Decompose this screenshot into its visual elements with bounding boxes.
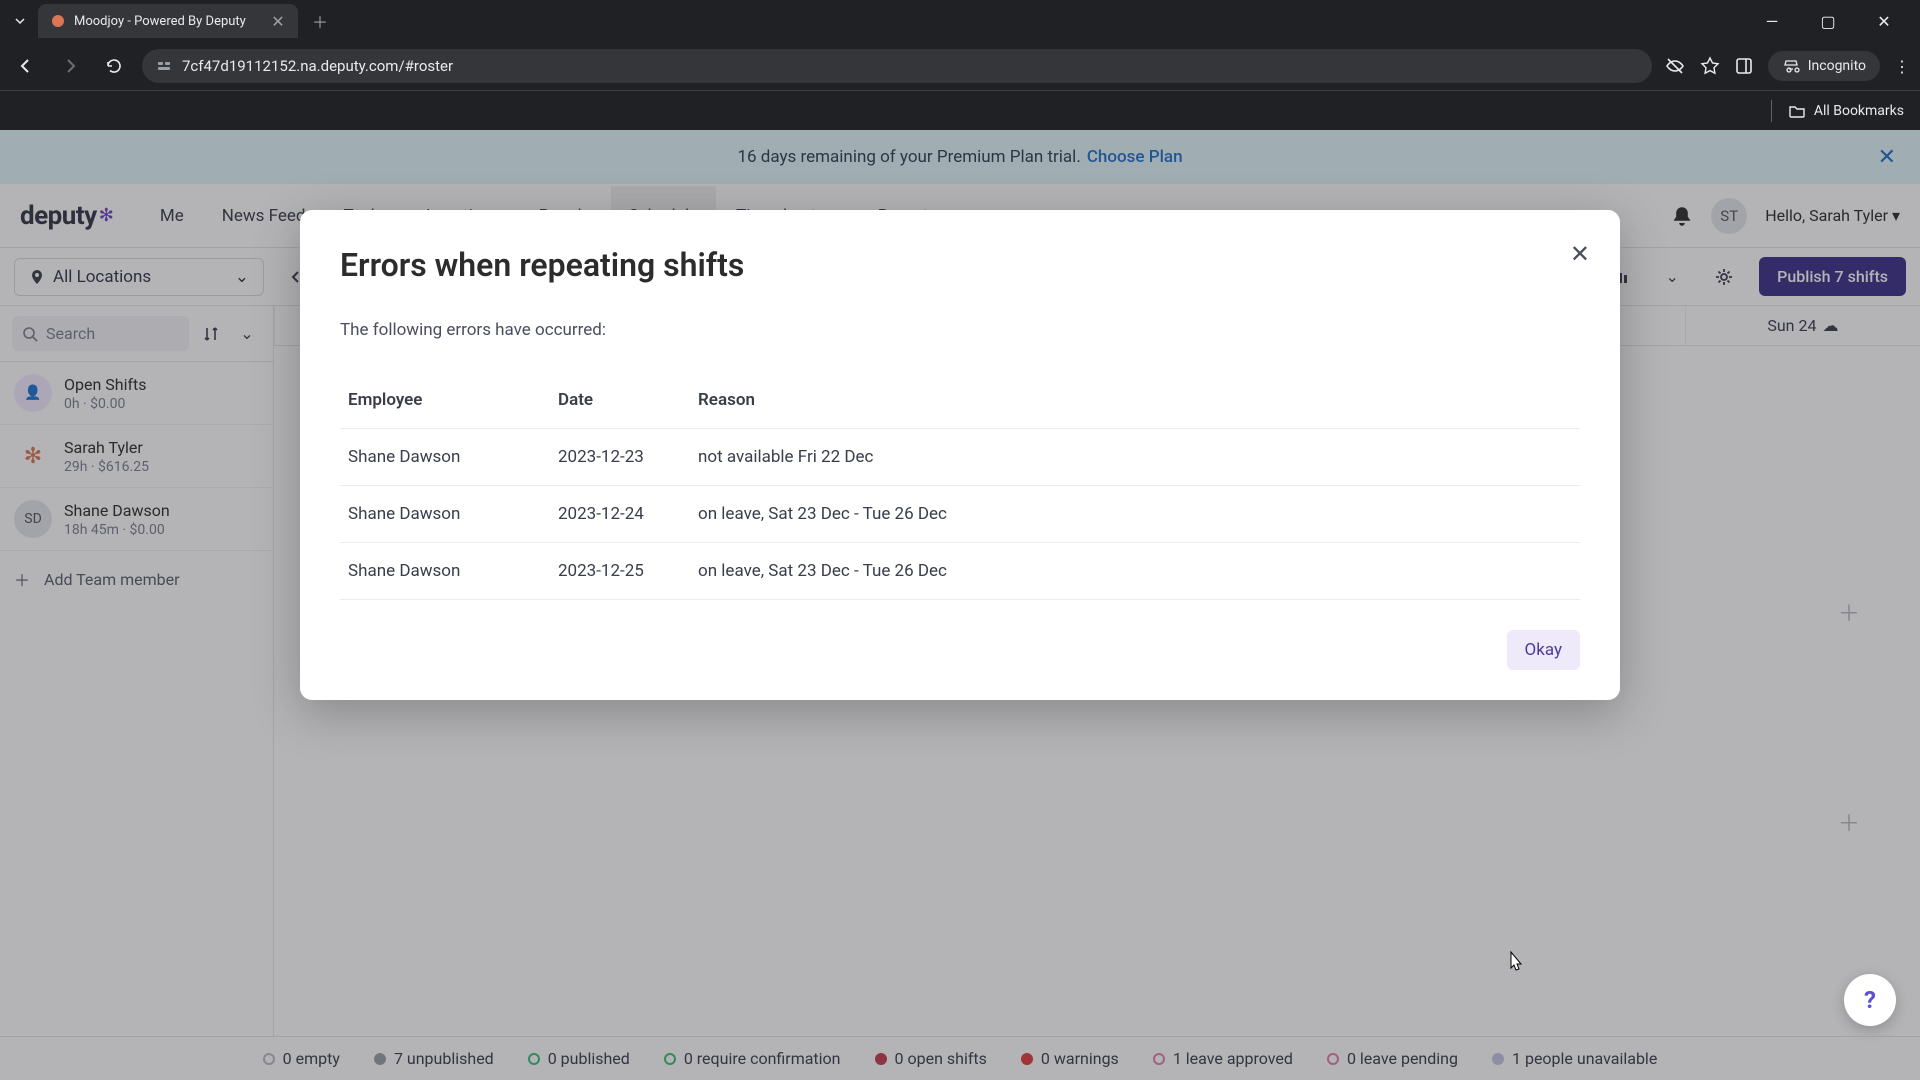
okay-button[interactable]: Okay <box>1507 630 1580 670</box>
back-button[interactable] <box>10 50 42 82</box>
minimize-icon[interactable]: ― <box>1756 12 1788 31</box>
cell-reason: on leave, Sat 23 Dec - Tue 26 Dec <box>698 561 1572 581</box>
maximize-icon[interactable]: ▢ <box>1812 12 1844 31</box>
address-bar: 7cf47d19112152.na.deputy.com/#roster Inc… <box>0 42 1920 90</box>
eye-off-icon[interactable] <box>1664 55 1686 77</box>
incognito-label: Incognito <box>1808 58 1866 74</box>
forward-button <box>54 50 86 82</box>
reload-button[interactable] <box>98 50 130 82</box>
incognito-badge[interactable]: Incognito <box>1768 51 1880 81</box>
cell-reason: on leave, Sat 23 Dec - Tue 26 Dec <box>698 504 1572 524</box>
site-settings-icon[interactable] <box>156 58 172 74</box>
browser-menu-icon[interactable]: ⋮ <box>1894 57 1910 76</box>
bookmark-star-icon[interactable] <box>1700 56 1720 76</box>
bookmarks-bar: All Bookmarks <box>0 90 1920 130</box>
errors-table: Employee Date Reason Shane Dawson 2023-1… <box>340 372 1580 600</box>
browser-chrome: Moodjoy - Powered By Deputy ✕ ＋ ― ▢ ✕ 7c… <box>0 0 1920 130</box>
cell-employee: Shane Dawson <box>348 447 558 467</box>
cell-employee: Shane Dawson <box>348 504 558 524</box>
bookmarks-divider <box>1771 100 1772 122</box>
cell-date: 2023-12-25 <box>558 561 698 581</box>
cell-date: 2023-12-24 <box>558 504 698 524</box>
table-row: Shane Dawson 2023-12-25 on leave, Sat 23… <box>340 543 1580 600</box>
all-bookmarks-label: All Bookmarks <box>1814 103 1904 119</box>
url-text: 7cf47d19112152.na.deputy.com/#roster <box>182 57 453 75</box>
help-fab[interactable]: ? <box>1844 974 1896 1026</box>
cell-employee: Shane Dawson <box>348 561 558 581</box>
table-header: Employee Date Reason <box>340 372 1580 429</box>
tabs-dropdown[interactable] <box>8 9 32 33</box>
browser-tab[interactable]: Moodjoy - Powered By Deputy ✕ <box>38 4 298 38</box>
tab-bar: Moodjoy - Powered By Deputy ✕ ＋ ― ▢ ✕ <box>0 0 1920 42</box>
modal-close-icon[interactable]: ✕ <box>1570 240 1590 268</box>
all-bookmarks-button[interactable]: All Bookmarks <box>1788 102 1904 120</box>
side-panel-icon[interactable] <box>1734 56 1754 76</box>
url-field[interactable]: 7cf47d19112152.na.deputy.com/#roster <box>142 49 1652 83</box>
table-row: Shane Dawson 2023-12-24 on leave, Sat 23… <box>340 486 1580 543</box>
col-employee: Employee <box>348 390 558 410</box>
tab-close-icon[interactable]: ✕ <box>270 13 286 29</box>
new-tab-button[interactable]: ＋ <box>306 7 334 35</box>
tab-title: Moodjoy - Powered By Deputy <box>74 14 262 29</box>
modal-intro: The following errors have occurred: <box>340 320 1580 340</box>
tab-favicon-icon <box>50 13 66 29</box>
window-controls: ― ▢ ✕ <box>1756 12 1912 31</box>
close-window-icon[interactable]: ✕ <box>1868 12 1900 31</box>
col-reason: Reason <box>698 390 1572 410</box>
modal-footer: Okay <box>340 630 1580 670</box>
col-date: Date <box>558 390 698 410</box>
app: 16 days remaining of your Premium Plan t… <box>0 130 1920 1080</box>
errors-modal: Errors when repeating shifts ✕ The follo… <box>300 210 1620 700</box>
cell-date: 2023-12-23 <box>558 447 698 467</box>
table-row: Shane Dawson 2023-12-23 not available Fr… <box>340 429 1580 486</box>
address-actions: Incognito ⋮ <box>1664 51 1910 81</box>
modal-overlay[interactable]: Errors when repeating shifts ✕ The follo… <box>0 130 1920 1080</box>
cell-reason: not available Fri 22 Dec <box>698 447 1572 467</box>
modal-title: Errors when repeating shifts <box>340 246 1580 284</box>
